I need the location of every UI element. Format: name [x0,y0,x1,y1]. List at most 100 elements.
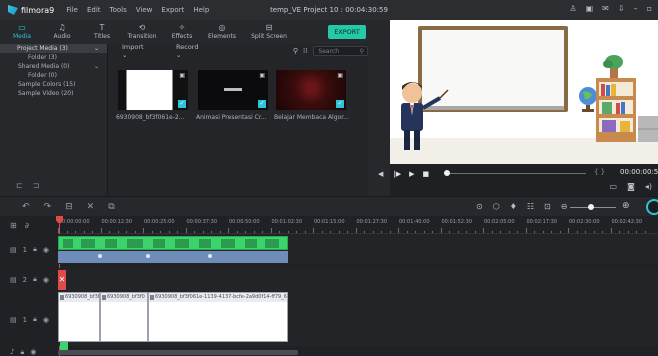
notification-icon[interactable]: ▣ [586,4,594,13]
sidebar-item-folder[interactable]: Folder (3) [0,53,107,62]
ruler-tick [389,231,391,233]
menu-export[interactable]: Export [161,6,184,14]
ruler-tick [109,231,110,233]
menu-help[interactable]: Help [193,6,209,14]
tab-transition[interactable]: ⟲ Transition [122,20,162,44]
zoom-out-icon[interactable]: ⊖ [561,202,568,211]
menu-view[interactable]: View [136,6,153,14]
keyframe-marker[interactable] [208,254,212,258]
add-track-icon[interactable]: ⊞ [10,221,17,230]
tab-elements[interactable]: ◎ Elements [202,20,242,44]
ruler-time-label: 00:01:15:00 [314,219,345,225]
filter-icon[interactable]: ⚲ [293,47,298,55]
redo-icon[interactable]: ↷ [44,202,52,212]
ruler-tick [508,231,510,233]
ruler-tick [279,231,280,233]
delete-icon[interactable]: ⊟ [65,202,73,212]
visibility-icon[interactable]: ◉ [43,316,49,324]
open-folder-icon[interactable]: ⊐ [33,181,40,190]
tab-audio[interactable]: ♫ Audio [42,20,82,44]
lock-icon[interactable]: 🔒︎ [33,315,37,324]
menu-file[interactable]: File [66,6,78,14]
media-clip-1[interactable]: ▣ ✓ 6930908_bf3f061e-2... [116,70,188,121]
transition-marker[interactable] [60,342,68,350]
display-icon[interactable]: ▭ [610,182,618,191]
sidebar-item-project-media[interactable]: Project Media (3) ⌄ [0,44,107,53]
video-clip-1[interactable]: 6930908_bf3f0 [58,292,100,342]
ruler-tick [92,231,93,233]
clip-keyframe-lane[interactable] [58,251,288,263]
scrubber-handle[interactable] [444,170,450,176]
step-back-icon[interactable]: |▶ [393,170,401,178]
element-clip[interactable] [58,236,288,250]
track-add-tools: ⊞ ∂ [10,221,29,230]
time-ruler[interactable]: 00:00:00:00 00:00:12:30 00:00:25:00 00:00:3… [58,216,658,234]
snapshot-icon[interactable]: ◙ [627,182,635,191]
sidebar-item-sample-colors[interactable]: Sample Colors (15) [0,80,107,89]
sidebar-item-shared-media[interactable]: Shared Media (0) ⌄ [0,62,107,71]
marker-icon[interactable]: ⬡ [493,202,500,211]
download-icon[interactable]: ⇩ [618,4,625,13]
keyframe-marker[interactable] [146,254,150,258]
visibility-icon[interactable]: ◉ [43,246,49,254]
menu-edit[interactable]: Edit [87,6,101,14]
visibility-icon[interactable]: ◉ [43,276,49,284]
ruler-time-label: 00:00:00:00 [59,219,90,225]
mute-icon[interactable]: ◉ [30,348,36,356]
tab-titles[interactable]: T Titles [82,20,122,44]
record-dropdown[interactable]: Record ⌄ [176,43,203,59]
track-type-icon: ▤ [10,275,17,284]
mixer-icon[interactable]: ☷ [527,202,534,211]
media-clip-2[interactable]: ▣ ✓ Animasi Presentasi Cr... [196,70,268,121]
stop-icon[interactable]: ■ [423,170,430,178]
play-icon[interactable]: ▶ [409,170,414,178]
undo-icon[interactable]: ↶ [22,202,30,212]
export-button[interactable]: EXPORT [328,25,366,39]
timeline-scrollbar[interactable] [58,350,298,355]
video-clip-2[interactable]: 6930908_bf3f0 [100,292,148,342]
zoom-slider-handle[interactable] [588,204,594,210]
in-out-brackets[interactable]: { } [594,168,605,176]
cut-icon[interactable]: ✕ [87,202,95,212]
keyframe-marker[interactable] [98,254,102,258]
render-icon[interactable]: ⊙ [476,202,483,211]
import-dropdown[interactable]: Import ⌄ [122,43,148,59]
ruler-tick [134,231,136,233]
ruler-tick [474,231,476,233]
crop-icon[interactable]: ⧉ [108,202,114,212]
maximize-icon[interactable]: ▫ [647,4,652,13]
link-icon[interactable]: ∂ [25,221,29,230]
clip-segment [127,239,143,248]
minimize-icon[interactable]: – [634,4,638,13]
ruler-tick [185,228,187,233]
zoom-fit-button[interactable] [646,199,658,215]
new-folder-icon[interactable]: ⊏ [16,181,23,190]
voiceover-icon[interactable]: ♦ [510,202,517,211]
preview-scrubber[interactable] [446,173,586,174]
sidebar-item-sample-video[interactable]: Sample Video (20) [0,89,107,98]
snapshot-icon[interactable]: ⊡ [544,202,551,211]
lock-icon[interactable]: 🔒︎ [33,245,37,254]
sidebar-item-shared-folder[interactable]: Folder (0) [0,71,107,80]
ruler-tick [449,231,450,233]
prev-frame-icon[interactable]: ◀ [378,170,383,178]
volume-icon[interactable]: ◂) [645,182,652,191]
zoom-in-icon[interactable]: ⊕ [622,201,630,211]
menu-tools[interactable]: Tools [110,6,127,14]
grid-view-icon[interactable]: ⁞⁞ [303,47,307,55]
search-input[interactable]: Search ⚲ [313,46,369,56]
lock-icon[interactable]: 🔒︎ [33,275,37,284]
lock-icon[interactable]: 🔒︎ [20,348,24,356]
ruler-time-label: 00:02:30:00 [569,219,600,225]
tab-effects[interactable]: ✧ Effects [162,20,202,44]
ruler-tick [245,231,246,233]
video-clip-3[interactable]: 6930908_bf3f061e-1139-4137-bcfe-2a9d0f14… [148,292,288,342]
tab-split-screen[interactable]: ⊟ Split Screen [242,20,296,44]
mail-icon[interactable]: ✉ [602,4,609,13]
audio-clip-marker[interactable]: ✕ [58,270,66,290]
media-clip-3[interactable]: ▣ ✓ Belajar Membaca Algor... [274,70,349,121]
clip-thumbnail: ▣ ✓ [198,70,268,110]
tab-media[interactable]: ▭ Media [2,20,42,44]
account-icon[interactable]: ♙ [569,4,576,13]
clip-thumbnail: ▣ ✓ [276,70,346,110]
